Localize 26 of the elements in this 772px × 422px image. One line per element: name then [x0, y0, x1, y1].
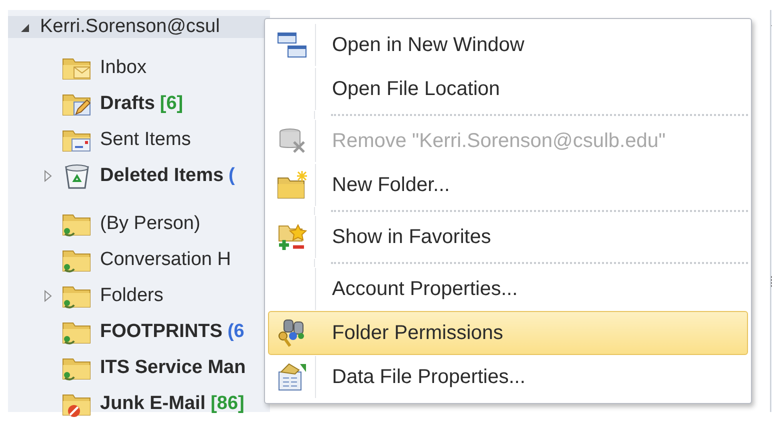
menu-item[interactable]: Open in New Window — [268, 23, 748, 67]
menu-item[interactable]: Open File Location — [268, 67, 748, 111]
folder-item[interactable]: Conversation H — [8, 242, 270, 278]
folder-item[interactable]: (By Person) — [8, 206, 270, 242]
properties-icon — [276, 362, 308, 392]
folder-item[interactable]: Folders — [8, 278, 270, 314]
menu-item[interactable]: Account Properties... — [268, 267, 748, 311]
folder-star-icon — [276, 222, 308, 252]
collapsed-triangle-icon — [42, 170, 54, 182]
menu-item[interactable]: Data File Properties... — [268, 355, 748, 399]
folder-item[interactable]: Deleted Items ( — [8, 158, 270, 194]
folder-item[interactable]: ITS Service Man — [8, 350, 270, 386]
folder-item[interactable]: Sent Items — [8, 122, 270, 158]
menu-item[interactable]: Folder Permissions — [268, 311, 748, 355]
account-name: Kerri.Sorenson@csul — [40, 16, 220, 38]
folder-item[interactable]: FOOTPRINTS (6 — [8, 314, 270, 350]
folder-sparkle-icon — [276, 170, 308, 200]
folder-item[interactable]: Junk E-Mail [86] — [8, 386, 270, 422]
menu-item[interactable]: New Folder... — [268, 163, 748, 207]
folder-item[interactable]: Inbox — [8, 50, 270, 86]
folder-item[interactable]: Drafts [6] — [8, 86, 270, 122]
account-row[interactable]: Kerri.Sorenson@csul — [8, 16, 270, 38]
windows-icon — [276, 30, 308, 60]
trash-can-icon — [62, 162, 92, 190]
collapsed-triangle-icon — [42, 290, 54, 302]
menu-item[interactable]: Show in Favorites — [268, 215, 748, 259]
